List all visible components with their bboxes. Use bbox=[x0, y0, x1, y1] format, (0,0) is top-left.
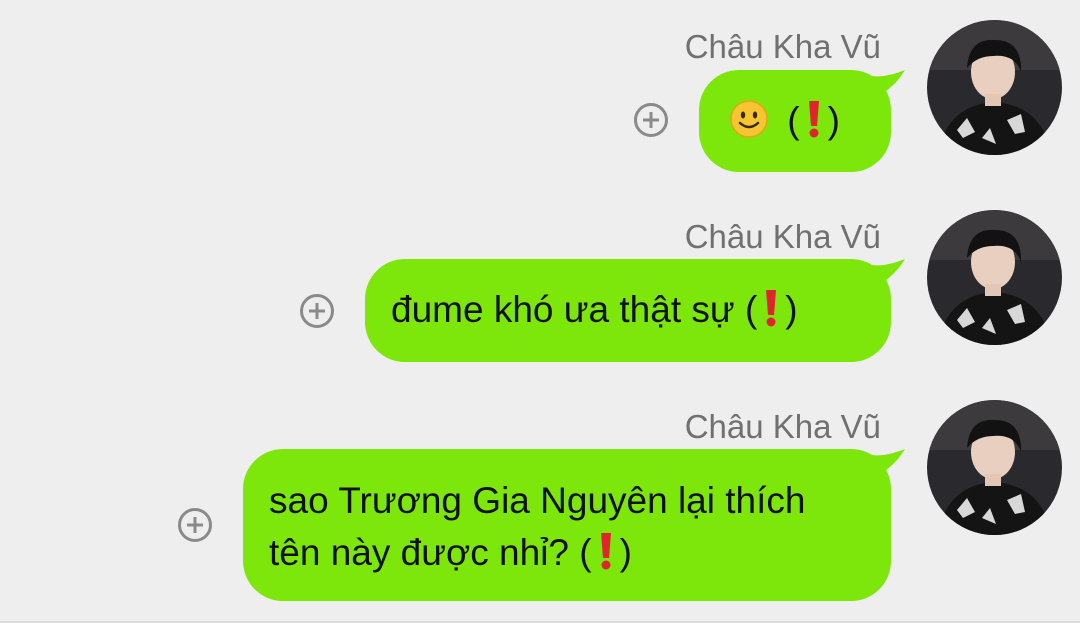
avatar-photo bbox=[927, 20, 1062, 155]
bubble-tail bbox=[871, 449, 905, 479]
avatar[interactable] bbox=[927, 400, 1062, 535]
message-text-body: đume khó ưa thật sự ( bbox=[391, 289, 758, 330]
message-text-line1: sao Trương Gia Nguyên lại thích bbox=[269, 480, 806, 521]
avatar[interactable] bbox=[927, 210, 1062, 345]
add-reaction-button[interactable] bbox=[178, 508, 212, 542]
sender-name: Châu Kha Vũ bbox=[684, 218, 881, 255]
message-text-open: ( bbox=[787, 100, 800, 141]
message-text-close: ) bbox=[785, 289, 798, 330]
message-text: đume khó ưa thật sự () bbox=[391, 284, 891, 336]
bubble-tail bbox=[871, 259, 905, 289]
avatar-photo bbox=[927, 210, 1062, 345]
bubble-tail bbox=[871, 70, 905, 100]
message-bubble[interactable]: sao Trương Gia Nguyên lại thích tên này … bbox=[243, 449, 905, 601]
sender-name: Châu Kha Vũ bbox=[684, 408, 881, 445]
add-reaction-button[interactable] bbox=[634, 103, 668, 137]
message-text-close: ) bbox=[827, 100, 840, 141]
add-reaction-button[interactable] bbox=[300, 294, 334, 328]
red-exclamation-icon bbox=[766, 290, 777, 327]
message-text-line2-body: tên này được nhỉ? ( bbox=[269, 532, 592, 573]
chat-thread: Châu Kha Vũ () Châu Kha Vũ đume khó ưa t… bbox=[0, 0, 1080, 623]
message-text-close: ) bbox=[619, 532, 632, 573]
sender-name: Châu Kha Vũ bbox=[684, 28, 881, 65]
message-text-line2: tên này được nhỉ? () bbox=[269, 527, 891, 579]
avatar[interactable] bbox=[927, 20, 1062, 155]
avatar-photo bbox=[927, 400, 1062, 535]
red-exclamation-icon bbox=[600, 533, 611, 570]
message-text: () bbox=[729, 95, 891, 147]
message-bubble[interactable]: () bbox=[699, 70, 905, 172]
slightly-smiling-face-icon bbox=[730, 100, 768, 138]
message-bubble[interactable]: đume khó ưa thật sự () bbox=[365, 259, 905, 362]
message-text: sao Trương Gia Nguyên lại thích tên này … bbox=[269, 475, 891, 579]
red-exclamation-icon bbox=[808, 101, 819, 138]
